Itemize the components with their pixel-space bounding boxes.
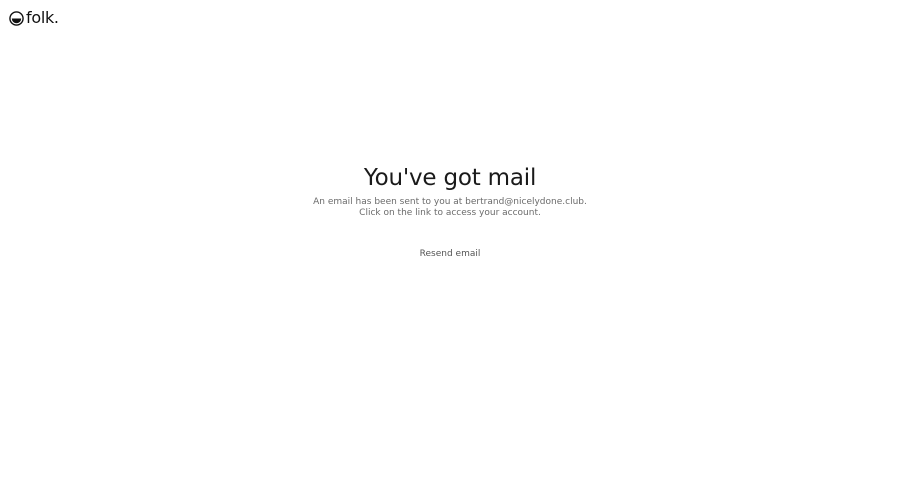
folk-logo-icon (9, 10, 24, 26)
logo-text: folk. (26, 8, 59, 27)
message-line-2: Click on the link to access your account… (359, 208, 541, 218)
resend-email-button[interactable]: Resend email (412, 245, 489, 263)
page: folk. You've got mail An email has been … (0, 0, 900, 484)
page-title: You've got mail (363, 165, 537, 191)
brand-logo[interactable]: folk. (9, 9, 59, 27)
confirmation-message: An email has been sent to you at bertran… (0, 197, 900, 219)
message-line-1: An email has been sent to you at bertran… (313, 197, 587, 207)
confirmation-panel: You've got mail An email has been sent t… (0, 163, 900, 263)
